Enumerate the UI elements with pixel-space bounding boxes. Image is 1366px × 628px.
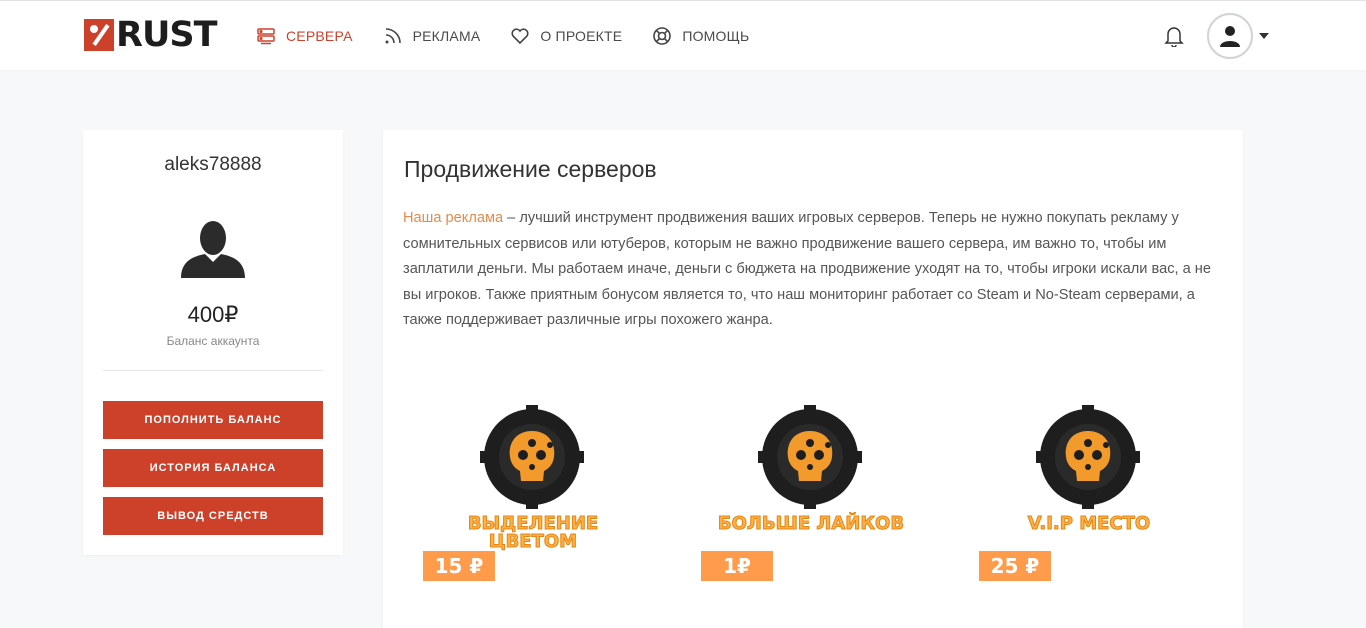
content-card: Продвижение серверов Наша реклама – лучш… <box>383 130 1243 628</box>
nav-item-ads[interactable]: Реклама <box>383 26 481 46</box>
divider <box>103 370 323 371</box>
topup-balance-button[interactable]: Пополнить баланс <box>103 401 323 439</box>
promo-highlight-color[interactable]: Выделение цветом 15 ₽ <box>423 405 613 585</box>
user-menu[interactable] <box>1207 13 1269 59</box>
top-navbar: RUST Сервера Реклама О прое <box>0 0 1366 70</box>
balance-history-button[interactable]: История баланса <box>103 449 323 487</box>
skull-gear-icon <box>480 405 584 509</box>
promo-label: V.I.P место <box>1027 513 1151 534</box>
promo-more-likes[interactable]: Больше лайков 1₽ <box>701 405 905 585</box>
nav-item-about[interactable]: О проекте <box>510 26 622 46</box>
description-body: – лучший инструмент продвижения ваших иг… <box>403 210 1211 328</box>
avatar[interactable] <box>1207 13 1253 59</box>
promo-price: 25 ₽ <box>979 551 1051 581</box>
nav-label-about: О проекте <box>540 28 623 44</box>
logo-text: RUST <box>116 15 217 55</box>
page-title: Продвижение серверов <box>404 156 657 182</box>
lifebuoy-icon <box>653 27 672 45</box>
skull-gear-icon <box>1036 405 1140 509</box>
nav-item-servers[interactable]: Сервера <box>256 26 353 46</box>
nav-item-help[interactable]: Помощь <box>652 26 749 46</box>
promo-price: 15 ₽ <box>423 551 495 581</box>
promo-label: Больше лайков <box>717 513 905 534</box>
user-avatar-icon <box>181 221 245 278</box>
promo-price: 1₽ <box>701 551 773 581</box>
nav-label-ads: Реклама <box>412 28 481 44</box>
main-nav: Сервера Реклама О проекте <box>256 23 779 49</box>
profile-card: aleks78888 400₽ Баланс аккаунта Пополнит… <box>83 130 343 555</box>
nav-label-servers: Сервера <box>286 28 353 44</box>
chevron-down-icon[interactable] <box>1259 33 1269 39</box>
promo-label: Выделение цветом <box>467 513 599 552</box>
heart-icon <box>511 28 529 45</box>
skull-gear-icon <box>758 405 862 509</box>
rust-logo-mark <box>84 19 114 51</box>
nav-label-help: Помощь <box>682 28 750 44</box>
username: aleks78888 <box>164 154 262 175</box>
bell-icon[interactable] <box>1164 25 1184 47</box>
rss-icon <box>385 28 401 44</box>
server-icon <box>257 28 275 45</box>
account-balance: 400₽ <box>187 302 239 327</box>
rust-logo[interactable]: RUST <box>84 15 220 55</box>
balance-label: Баланс аккаунта <box>166 334 260 348</box>
promo-vip-place[interactable]: V.I.P место 25 ₽ <box>979 405 1169 585</box>
user-icon <box>1220 26 1240 47</box>
our-ads-link[interactable]: Наша реклама <box>403 210 503 226</box>
description-text: Наша реклама – лучший инструмент продвиж… <box>403 206 1233 334</box>
withdraw-funds-button[interactable]: Вывод средств <box>103 497 323 535</box>
